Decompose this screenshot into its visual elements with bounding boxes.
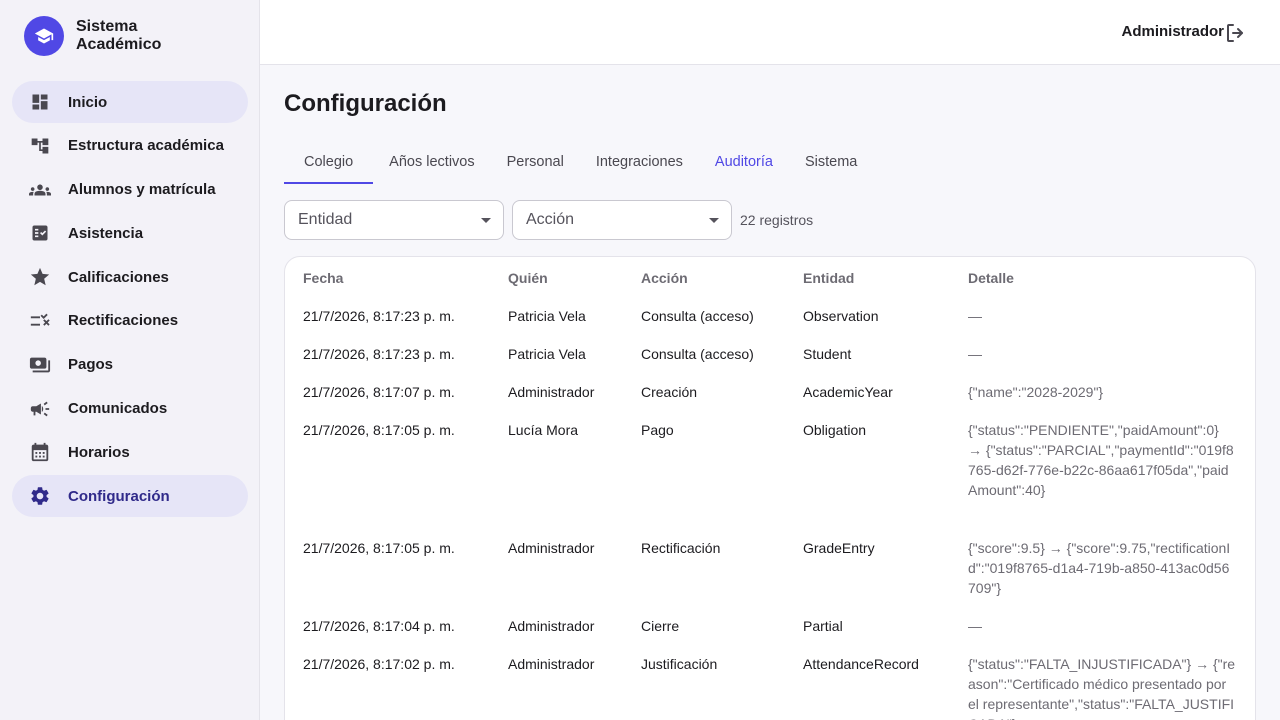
sidebar-item-label: Alumnos y matrícula: [68, 181, 216, 199]
app-name: Sistema Académico: [76, 18, 162, 53]
cell-action: Consulta (acceso): [641, 308, 754, 324]
sidebar-item-label: Configuración: [68, 487, 170, 505]
cell-date: 21/7/2026, 8:17:05 p. m.: [303, 540, 455, 556]
cell-who: Patricia Vela: [508, 346, 586, 362]
cell-who: Patricia Vela: [508, 308, 586, 324]
sidebar: Sistema Académico Inicio Estructura acad…: [0, 0, 260, 720]
star-icon: [28, 265, 52, 289]
sidebar-item-label: Inicio: [68, 93, 108, 111]
cell-date: 21/7/2026, 8:17:23 p. m.: [303, 308, 455, 324]
column-header-entidad: Entidad: [803, 270, 855, 286]
cell-date: 21/7/2026, 8:17:02 p. m.: [303, 656, 455, 672]
sidebar-item-rectificaciones[interactable]: Rectificaciones: [12, 300, 248, 342]
cell-detail: —: [968, 308, 982, 324]
hierarchy-icon: [28, 134, 52, 158]
sidebar-item-horarios[interactable]: Horarios: [12, 431, 248, 473]
megaphone-icon: [28, 397, 52, 421]
chevron-down-icon: [709, 218, 719, 223]
cell-entity: Student: [803, 346, 852, 362]
sidebar-item-label: Asistencia: [68, 224, 144, 242]
tab-bar: Colegio Años lectivos Personal Integraci…: [284, 140, 873, 184]
column-header-fecha: Fecha: [303, 270, 344, 286]
dashboard-icon: [28, 90, 52, 114]
cell-entity: AcademicYear: [803, 384, 893, 400]
column-header-quien: Quién: [508, 270, 548, 286]
brand[interactable]: Sistema Académico: [24, 16, 196, 56]
cell-date: 21/7/2026, 8:17:23 p. m.: [303, 346, 455, 362]
cell-date: 21/7/2026, 8:17:04 p. m.: [303, 618, 455, 634]
sidebar-item-label: Pagos: [68, 356, 114, 374]
sidebar-item-asistencia[interactable]: Asistencia: [12, 212, 248, 254]
tab-auditoria[interactable]: Auditoría: [699, 140, 789, 184]
action-filter-select[interactable]: Acción: [512, 200, 732, 240]
cell-detail: {"score":9.5} → {"score":9.75,"rectifica…: [968, 540, 1231, 596]
cell-detail: —: [968, 618, 982, 634]
edit-list-icon: [28, 309, 52, 333]
cell-who: Administrador: [508, 384, 595, 400]
record-count: 22 registros: [740, 212, 814, 228]
cell-who: Administrador: [508, 656, 595, 672]
sidebar-item-label: Horarios: [68, 443, 130, 461]
action-filter-value: Acción: [526, 211, 575, 228]
column-header-accion: Acción: [641, 270, 688, 286]
tab-colegio[interactable]: Colegio: [284, 140, 374, 184]
cell-detail: {"status":"FALTA_INJUSTIFICADA"} → {"rea…: [968, 656, 1236, 720]
sidebar-item-alumnos[interactable]: Alumnos y matrícula: [12, 169, 248, 211]
sidebar-nav: Inicio Estructura académica Alumnos y ma…: [12, 81, 248, 519]
cell-action: Pago: [641, 422, 674, 438]
sidebar-item-calificaciones[interactable]: Calificaciones: [12, 256, 248, 298]
sidebar-item-label: Rectificaciones: [68, 312, 179, 330]
cell-entity: AttendanceRecord: [803, 656, 919, 672]
cell-entity: GradeEntry: [803, 540, 875, 556]
sidebar-item-inicio[interactable]: Inicio: [12, 81, 248, 123]
chevron-down-icon: [481, 218, 491, 223]
sidebar-item-pagos[interactable]: Pagos: [12, 344, 248, 386]
checklist-icon: [28, 221, 52, 245]
cell-date: 21/7/2026, 8:17:07 p. m.: [303, 384, 455, 400]
top-bar: Administrador: [260, 0, 1280, 65]
cell-entity: Obligation: [803, 422, 867, 438]
people-icon: [28, 178, 52, 202]
sidebar-item-label: Calificaciones: [68, 268, 169, 286]
cell-who: Lucía Mora: [508, 422, 579, 438]
sidebar-item-estructura[interactable]: Estructura académica: [12, 125, 248, 167]
tab-personal[interactable]: Personal: [491, 140, 580, 184]
cell-who: Administrador: [508, 618, 595, 634]
logout-icon[interactable]: [1224, 21, 1248, 45]
cell-detail: {"status":"PENDIENTE","paidAmount":0} → …: [968, 422, 1234, 498]
graduation-cap-icon: [24, 16, 64, 56]
entity-filter-value: Entidad: [298, 211, 353, 228]
page-title: Configuración: [284, 90, 447, 117]
sidebar-item-label: Comunicados: [68, 400, 168, 418]
tab-anos-lectivos[interactable]: Años lectivos: [373, 140, 490, 184]
sidebar-item-configuracion[interactable]: Configuración: [12, 475, 248, 518]
payments-icon: [28, 353, 52, 377]
tab-sistema[interactable]: Sistema: [789, 140, 873, 184]
audit-table: Fecha Quién Acción Entidad Detalle 21/7/…: [284, 256, 1256, 720]
entity-filter-select[interactable]: Entidad: [284, 200, 504, 240]
cell-date: 21/7/2026, 8:17:05 p. m.: [303, 422, 455, 438]
cell-action: Cierre: [641, 618, 680, 634]
gear-icon: [28, 484, 52, 508]
cell-detail: {"name":"2028-2029"}: [968, 384, 1104, 400]
cell-action: Creación: [641, 384, 698, 400]
tab-integraciones[interactable]: Integraciones: [580, 140, 699, 184]
cell-detail: —: [968, 346, 982, 362]
cell-action: Justificación: [641, 656, 718, 672]
sidebar-item-comunicados[interactable]: Comunicados: [12, 388, 248, 430]
cell-who: Administrador: [508, 540, 595, 556]
cell-entity: Observation: [803, 308, 879, 324]
cell-entity: Partial: [803, 618, 843, 634]
calendar-icon: [28, 440, 52, 464]
sidebar-item-label: Estructura académica: [68, 137, 224, 155]
cell-action: Consulta (acceso): [641, 346, 754, 362]
column-header-detalle: Detalle: [968, 270, 1014, 286]
cell-action: Rectificación: [641, 540, 721, 556]
user-name: Administrador: [1121, 23, 1224, 40]
